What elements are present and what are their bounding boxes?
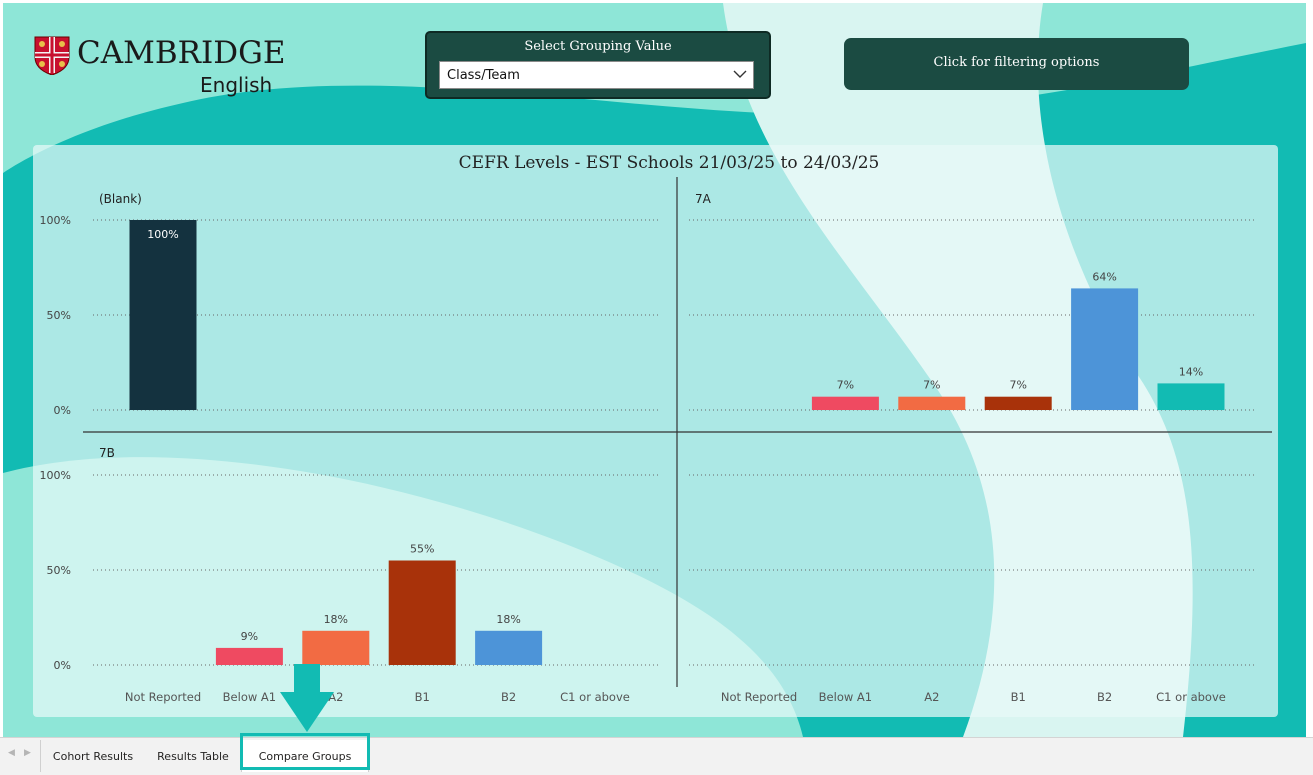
pointer-arrow-icon xyxy=(280,664,334,732)
bar xyxy=(898,396,966,410)
slicer-title: Select Grouping Value xyxy=(524,39,672,54)
bar xyxy=(475,630,543,665)
cefr-chart-panel: CEFR Levels - EST Schools 21/03/25 to 24… xyxy=(33,145,1278,717)
data-label: 55% xyxy=(410,543,434,556)
next-page-arrow-icon[interactable]: ▶ xyxy=(24,748,31,758)
grouping-dropdown[interactable]: Class/Team xyxy=(439,61,754,89)
y-tick-label: 100% xyxy=(40,214,71,227)
data-label: 14% xyxy=(1179,365,1203,378)
x-tick-label: Not Reported xyxy=(721,690,797,704)
x-tick-label: Not Reported xyxy=(125,690,201,704)
y-tick-label: 100% xyxy=(40,469,71,482)
data-label: 100% xyxy=(147,228,178,241)
bar xyxy=(215,647,283,665)
grouping-slicer: Select Grouping Value Class/Team xyxy=(425,31,771,99)
data-label: 18% xyxy=(324,613,348,626)
y-tick-label: 50% xyxy=(47,309,71,322)
panel-label: 7B xyxy=(99,446,115,460)
data-label: 7% xyxy=(923,379,940,392)
prev-page-arrow-icon[interactable]: ◀ xyxy=(8,748,15,758)
page-tabs-bar: ◀ ▶ Cohort Results Results Table Compare… xyxy=(0,737,1313,775)
y-tick-label: 50% xyxy=(47,564,71,577)
filter-options-button[interactable]: Click for filtering options xyxy=(844,38,1189,90)
x-tick-label: B1 xyxy=(1011,690,1026,704)
logo-wordmark: CAMBRIDGE xyxy=(77,35,286,71)
x-tick-label: B1 xyxy=(415,690,430,704)
cefr-small-multiples-chart: CEFR Levels - EST Schools 21/03/25 to 24… xyxy=(40,153,1272,704)
bar xyxy=(129,220,197,410)
report-frame: CAMBRIDGE English Select Grouping Value … xyxy=(0,0,1313,775)
x-tick-label: B2 xyxy=(501,690,516,704)
bar xyxy=(1071,288,1139,410)
panel-label: 7A xyxy=(695,192,712,206)
x-tick-label: B2 xyxy=(1097,690,1112,704)
chevron-down-icon xyxy=(733,70,747,78)
report-canvas: CAMBRIDGE English Select Grouping Value … xyxy=(3,3,1306,737)
data-label: 9% xyxy=(241,630,258,643)
cambridge-logo: CAMBRIDGE English xyxy=(33,35,286,105)
logo-subtitle: English xyxy=(200,73,273,97)
active-tab-highlight xyxy=(240,733,370,770)
data-label: 64% xyxy=(1092,270,1116,283)
x-tick-label: C1 or above xyxy=(560,690,630,704)
tab-cohort-results[interactable]: Cohort Results xyxy=(40,740,146,772)
y-tick-label: 0% xyxy=(54,404,71,417)
tab-results-table[interactable]: Results Table xyxy=(145,740,242,772)
x-tick-label: Below A1 xyxy=(223,690,276,704)
bar xyxy=(811,396,879,410)
bar xyxy=(1157,383,1225,410)
bar xyxy=(984,396,1052,410)
data-label: 7% xyxy=(1009,379,1026,392)
y-tick-label: 0% xyxy=(54,659,71,672)
chart-title: CEFR Levels - EST Schools 21/03/25 to 24… xyxy=(459,153,880,173)
grouping-dropdown-value: Class/Team xyxy=(447,68,520,83)
filter-options-label: Click for filtering options xyxy=(933,55,1100,70)
x-tick-label: A2 xyxy=(924,690,939,704)
bar xyxy=(388,560,456,665)
bar xyxy=(302,630,370,665)
panel-label: (Blank) xyxy=(99,192,142,206)
data-label: 18% xyxy=(496,613,520,626)
x-tick-label: C1 or above xyxy=(1156,690,1226,704)
data-label: 7% xyxy=(837,379,854,392)
crest-icon xyxy=(34,36,70,76)
x-tick-label: Below A1 xyxy=(819,690,872,704)
